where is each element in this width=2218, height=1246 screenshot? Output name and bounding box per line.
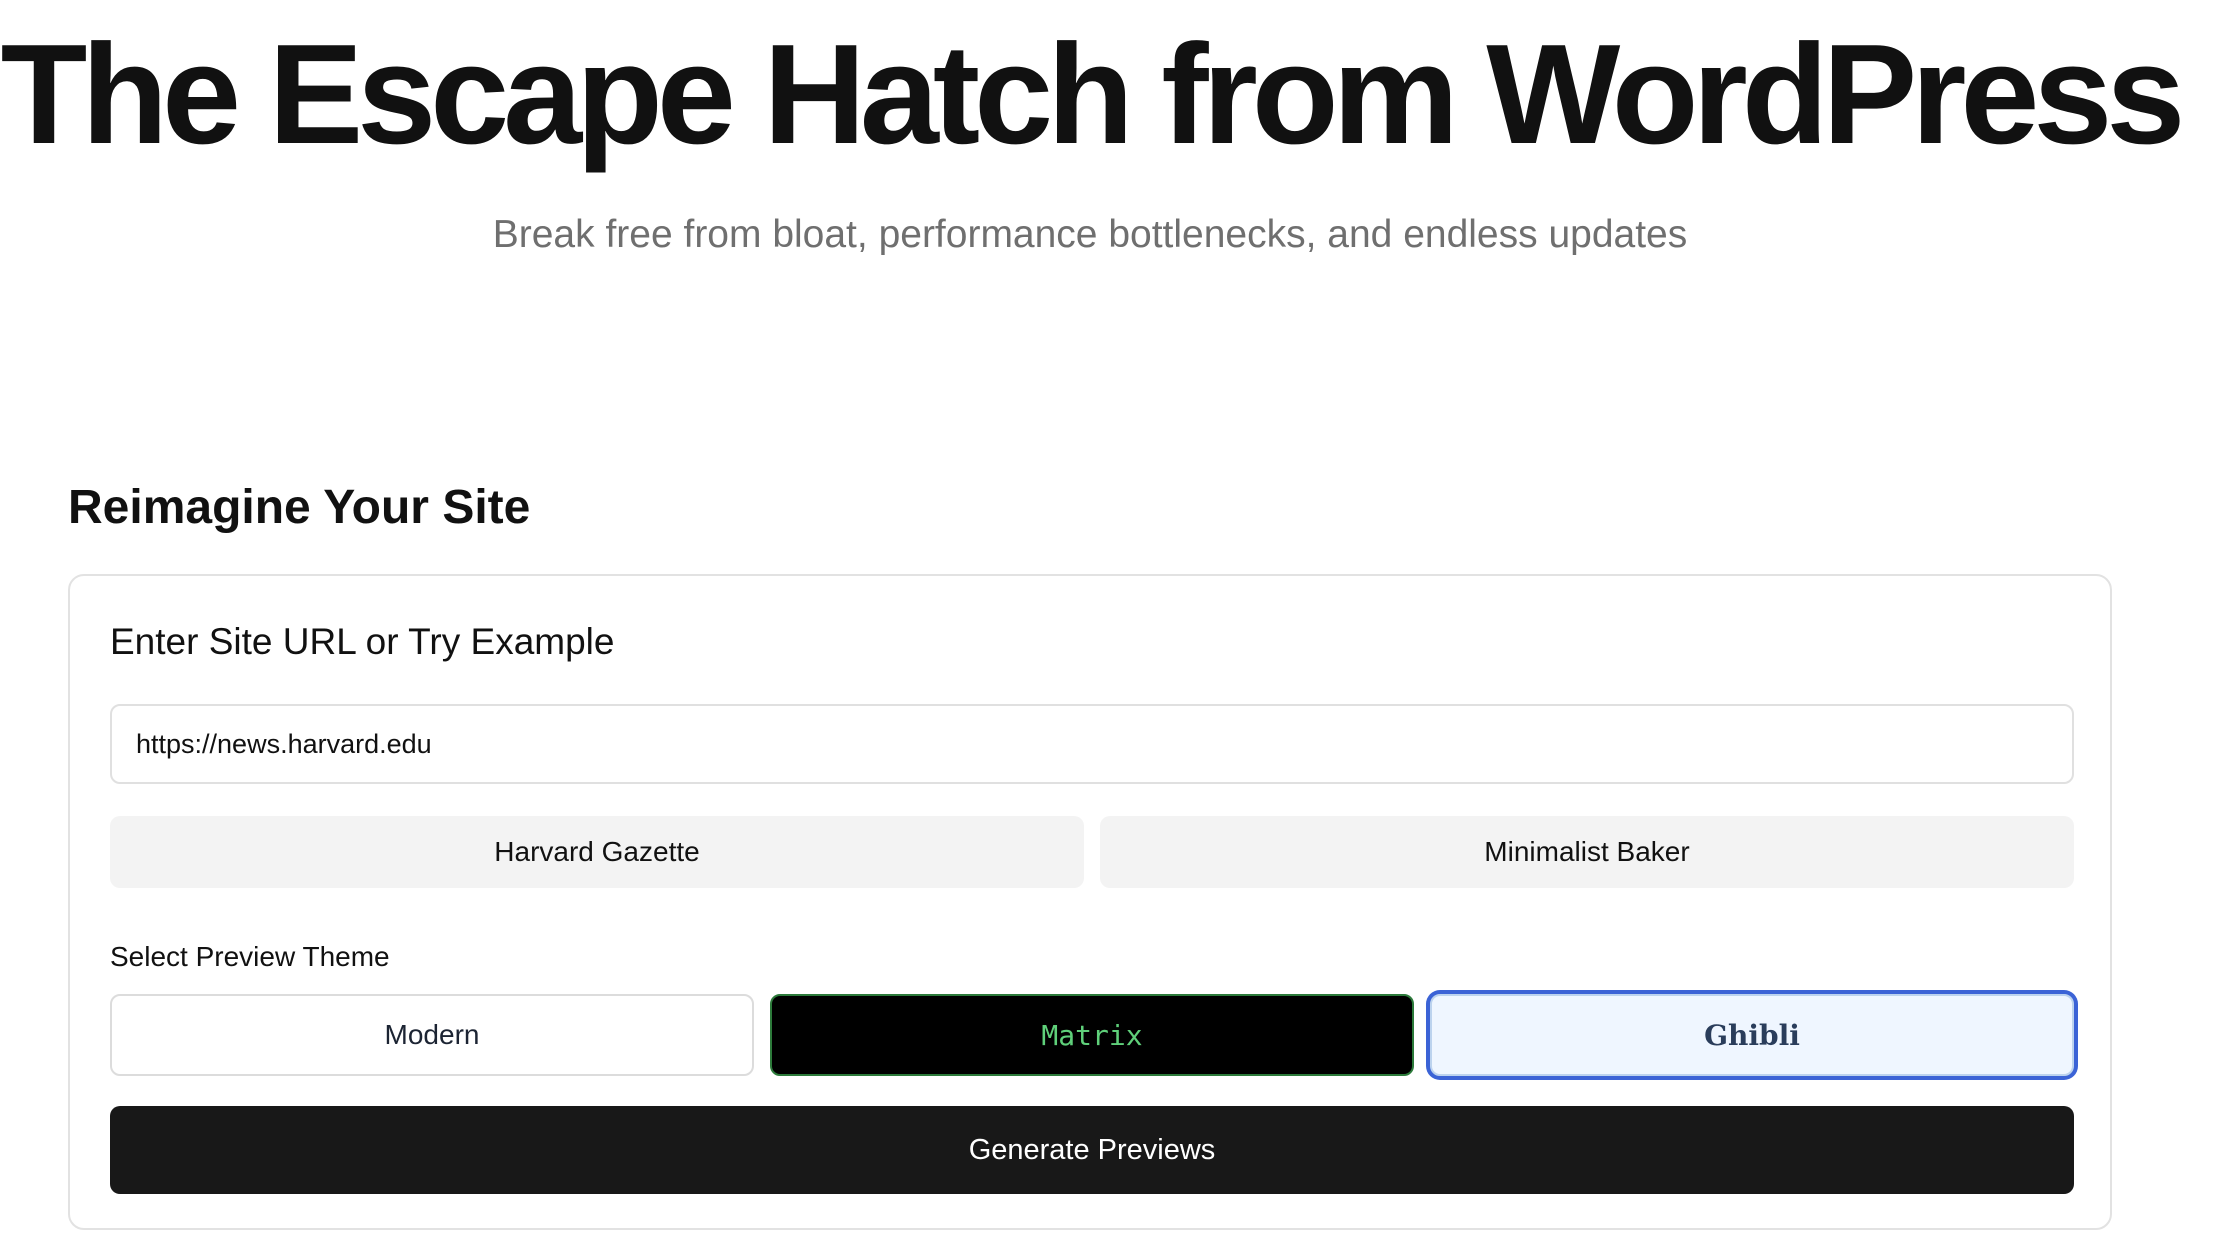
example-minimalist-baker-button[interactable]: Minimalist Baker — [1100, 816, 2074, 888]
reimagine-card: Enter Site URL or Try Example Harvard Ga… — [68, 574, 2112, 1230]
site-url-input[interactable] — [110, 704, 2074, 784]
hero: The Escape Hatch from WordPress Break fr… — [0, 15, 2186, 258]
page-subtitle: Break free from bloat, performance bottl… — [492, 213, 1688, 256]
section-heading: Reimagine Your Site — [68, 481, 531, 534]
page: { "hero": { "title": "The Escape Hatch f… — [0, 0, 2218, 1246]
theme-modern-button[interactable]: Modern — [110, 994, 754, 1076]
theme-label: Select Preview Theme — [110, 941, 390, 972]
example-buttons: Harvard Gazette Minimalist Baker — [110, 816, 2074, 888]
generate-previews-button[interactable]: Generate Previews — [110, 1106, 2074, 1194]
theme-ghibli-button[interactable]: Ghibli — [1430, 994, 2074, 1076]
theme-selector: Modern Matrix Ghibli — [110, 994, 2074, 1076]
page-title: The Escape Hatch from WordPress — [0, 15, 2186, 174]
url-label: Enter Site URL or Try Example — [110, 621, 615, 662]
theme-matrix-button[interactable]: Matrix — [770, 994, 1414, 1076]
example-harvard-gazette-button[interactable]: Harvard Gazette — [110, 816, 1084, 888]
